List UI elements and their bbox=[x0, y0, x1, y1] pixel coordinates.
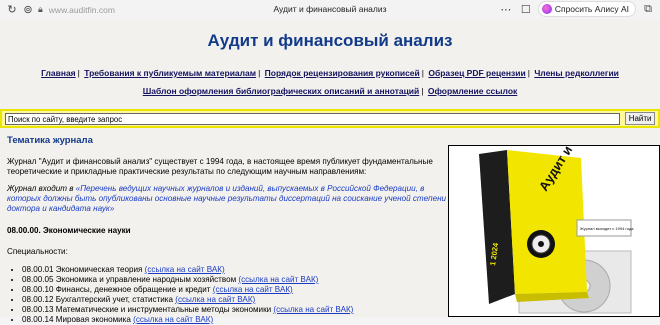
specialty-name: 08.00.12 Бухгалтерский учет, статистика bbox=[22, 295, 173, 304]
nav-row-2: Шаблон оформления библиографических опис… bbox=[142, 86, 518, 96]
list-item: 08.00.01 Экономическая теория (ссылка на… bbox=[22, 265, 447, 275]
alice-button[interactable]: Спросить Алису AI bbox=[537, 1, 636, 17]
more-icon[interactable]: ⋯ bbox=[498, 1, 514, 17]
nav-link-review-order[interactable]: Порядок рецензирования рукописей bbox=[265, 68, 420, 78]
nav-link-requirements[interactable]: Требования к публикуемым материалам bbox=[84, 68, 256, 78]
specialties-list: 08.00.01 Экономическая теория (ссылка на… bbox=[22, 265, 447, 325]
list-item: 08.00.12 Бухгалтерский учет, статистика … bbox=[22, 295, 447, 305]
vak-prefix: Журнал входит в bbox=[7, 184, 76, 193]
nav-link-bibliography-template[interactable]: Шаблон оформления библиографических опис… bbox=[143, 86, 420, 96]
specialty-name: 08.00.05 Экономика и управление народным… bbox=[22, 275, 237, 284]
specialty-name: 08.00.10 Финансы, денежное обращение и к… bbox=[22, 285, 211, 294]
specialty-name: 08.00.01 Экономическая теория bbox=[22, 265, 143, 274]
vak-link[interactable]: (ссылка на сайт ВАК) bbox=[213, 285, 293, 294]
browser-page-title: Аудит и финансовый анализ bbox=[273, 4, 387, 14]
specialty-name: 08.00.14 Мировая экономика bbox=[22, 315, 131, 324]
journal-cover-illustration: Аудит и финансовый анализ 1 2024 Журнал … bbox=[479, 146, 648, 314]
cover-sticker-text: Журнал выходит с 1994 года bbox=[580, 226, 634, 231]
lock-icon[interactable]: 🔒︎ bbox=[38, 4, 43, 15]
specialty-name: 08.00.13 Математические и инструментальн… bbox=[22, 305, 272, 314]
alice-label: Спросить Алису AI bbox=[554, 4, 629, 14]
nav-link-home[interactable]: Главная bbox=[41, 68, 76, 78]
url-text: www.auditfin.com bbox=[48, 4, 115, 15]
cover-title: Аудит и финансовый анализ bbox=[536, 146, 648, 194]
bookmark-icon[interactable]: ☐ bbox=[518, 1, 534, 17]
search-button[interactable]: Найти bbox=[625, 112, 655, 125]
site-heading: Аудит и финансовый анализ bbox=[207, 31, 453, 50]
section-title: Тематика журнала bbox=[7, 135, 93, 146]
refresh-icon[interactable]: ↻ bbox=[4, 2, 20, 18]
nav-link-references[interactable]: Оформление ссылок bbox=[428, 86, 517, 96]
nav-row-1: Главная | Требования к публикуемым матери… bbox=[41, 68, 619, 78]
browser-right-tools: ⋯ ☐ Спросить Алису AI ⧉ bbox=[498, 1, 656, 17]
vak-link[interactable]: (ссылка на сайт ВАК) bbox=[238, 275, 318, 284]
search-input[interactable]: Поиск по сайту, введите запрос bbox=[5, 112, 621, 125]
main-content: Тематика журнала Журнал "Аудит и финансо… bbox=[7, 135, 447, 325]
search-bar: Поиск по сайту, введите запрос Найти bbox=[0, 109, 660, 128]
field-heading: 08.00.00. Экономические науки bbox=[7, 226, 131, 235]
list-item: 08.00.10 Финансы, денежное обращение и к… bbox=[22, 285, 447, 295]
intro-text: Журнал "Аудит и финансовый анализ" сущес… bbox=[7, 157, 433, 176]
web-page: Аудит и финансовый анализ Главная | Требо… bbox=[0, 19, 660, 324]
address-bar[interactable]: 🔒︎ www.auditfin.com bbox=[38, 2, 188, 17]
journal-cover-image: Аудит и финансовый анализ 1 2024 Журнал … bbox=[448, 145, 660, 317]
nav-link-pdf-sample[interactable]: Образец PDF рецензии bbox=[428, 68, 525, 78]
vak-link[interactable]: (ссылка на сайт ВАК) bbox=[175, 295, 255, 304]
alice-icon bbox=[541, 4, 552, 14]
vak-link[interactable]: (ссылка на сайт ВАК) bbox=[145, 265, 225, 274]
vak-paragraph: Журнал входит в «Перечень ведущих научны… bbox=[7, 184, 447, 214]
list-item: 08.00.13 Математические и инструментальн… bbox=[22, 305, 447, 315]
tabs-icon[interactable]: ⧉ bbox=[640, 1, 656, 17]
list-item: 08.00.05 Экономика и управление народным… bbox=[22, 275, 447, 285]
specialties-label: Специальности: bbox=[7, 247, 68, 256]
shield-icon[interactable]: ⊚ bbox=[20, 2, 36, 18]
vak-link[interactable]: (ссылка на сайт ВАК) bbox=[273, 305, 353, 314]
nav-link-editorial-board[interactable]: Члены редколлегии bbox=[534, 68, 619, 78]
vak-link[interactable]: (ссылка на сайт ВАК) bbox=[133, 315, 213, 324]
